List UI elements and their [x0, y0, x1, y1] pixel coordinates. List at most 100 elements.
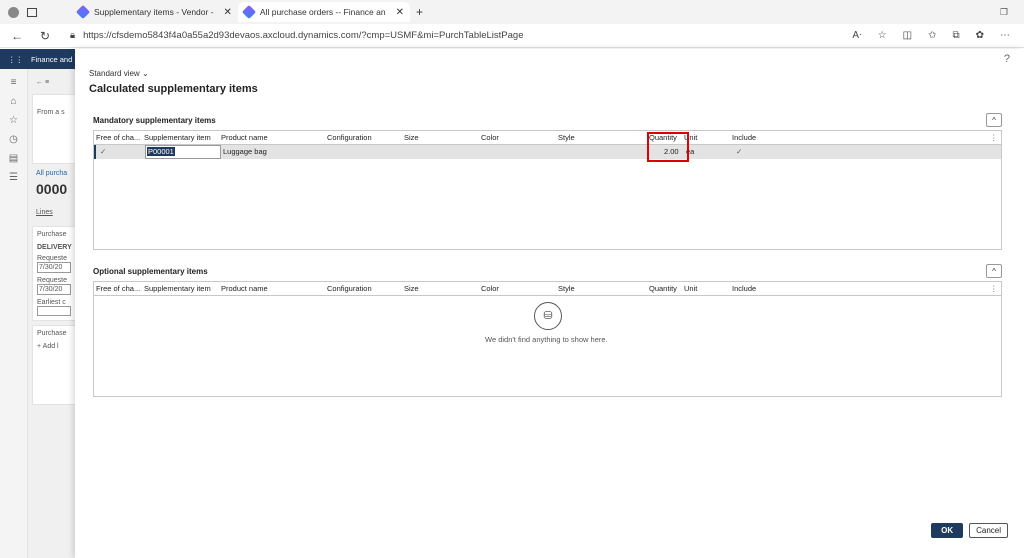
url-text[interactable]: https://cfsdemo5843f4a0a55a2d93devaos.ax… — [83, 30, 523, 41]
close-icon[interactable]: ✕ — [224, 7, 232, 18]
bg-text: Requeste — [37, 255, 67, 262]
new-tab-button[interactable]: + — [410, 2, 429, 22]
all-purchase-link[interactable]: All purcha — [28, 168, 80, 179]
bg-field[interactable] — [37, 306, 71, 316]
empty-message: We didn't find anything to show here. — [485, 335, 608, 344]
lines-tab[interactable]: Lines — [28, 207, 80, 218]
col-configuration[interactable]: Configuration — [327, 284, 372, 293]
home-icon[interactable]: ⌂ — [0, 96, 27, 107]
col-configuration[interactable]: Configuration — [327, 133, 372, 142]
col-size[interactable]: Size — [404, 133, 419, 142]
collections-icon[interactable]: ⧉ — [952, 30, 959, 41]
supplementary-item-input[interactable]: P00001 — [145, 145, 221, 159]
bg-text: Purchase — [37, 231, 67, 238]
col-quantity[interactable]: Quantity — [649, 133, 677, 142]
column-options-icon[interactable]: ⋮ — [990, 133, 998, 142]
menu-icon[interactable]: ≡ — [0, 77, 27, 88]
cancel-button[interactable]: Cancel — [969, 523, 1008, 538]
tab-title: Supplementary items - Vendor - — [94, 7, 214, 17]
favorites-icon[interactable]: ✩ — [928, 30, 936, 41]
background-page: ← ≡ From a s All purcha 0000 Lines Purch… — [28, 69, 80, 558]
tab-supplementary-items[interactable]: Supplementary items - Vendor - ✕ — [72, 2, 238, 22]
mandatory-grid: Free of cha... Supplementary item Produc… — [93, 130, 1002, 250]
include-check[interactable]: ✓ — [736, 147, 742, 156]
profile-icon[interactable] — [8, 6, 19, 18]
tab-title: All purchase orders -- Finance an — [259, 7, 386, 17]
favorite-star-icon[interactable]: ☆ — [878, 30, 887, 41]
extension-icon[interactable]: ✿ — [976, 30, 984, 41]
col-color[interactable]: Color — [481, 133, 499, 142]
bg-text: From a s — [37, 109, 65, 116]
grid-header: Free of cha... Supplementary item Produc… — [94, 282, 1001, 296]
help-icon[interactable]: ? — [1004, 53, 1010, 65]
app-header: ⋮⋮ Finance and — [0, 49, 80, 69]
col-product-name[interactable]: Product name — [221, 133, 268, 142]
tab-all-purchase-orders[interactable]: All purchase orders -- Finance an ✕ — [237, 2, 410, 22]
grid-header: Free of cha... Supplementary item Produc… — [94, 131, 1001, 145]
order-number: 0000 — [36, 181, 68, 197]
split-screen-icon[interactable]: ◫ — [903, 30, 912, 41]
col-color[interactable]: Color — [481, 284, 499, 293]
bg-add-line[interactable]: + Add l — [37, 343, 71, 350]
quantity-cell[interactable]: 2.00 — [664, 147, 679, 156]
col-product-name[interactable]: Product name — [221, 284, 268, 293]
unit-cell: ea — [686, 147, 695, 156]
mandatory-section: Mandatory supplementary items ^ Free of … — [93, 112, 1002, 250]
back-arrow-icon[interactable]: ← — [6, 29, 28, 43]
dynamics-icon — [75, 4, 91, 20]
empty-state-icon: ⛁ — [534, 302, 562, 330]
dialog-title: Calculated supplementary items — [89, 83, 258, 95]
clock-icon[interactable]: ◷ — [0, 134, 27, 145]
bg-text: Earliest c — [37, 299, 66, 306]
restore-window-icon[interactable]: ❐ — [1000, 7, 1024, 18]
col-size[interactable]: Size — [404, 284, 419, 293]
product-name-cell: Luggage bag — [223, 147, 267, 156]
optional-section: Optional supplementary items ^ Free of c… — [93, 263, 1002, 397]
col-quantity[interactable]: Quantity — [649, 284, 677, 293]
view-selector[interactable]: Standard view ⌄ — [89, 69, 149, 78]
back-icon[interactable]: ← ≡ — [28, 77, 80, 88]
col-unit[interactable]: Unit — [684, 133, 697, 142]
col-supplementary-item[interactable]: Supplementary item — [144, 133, 211, 142]
collapse-button[interactable]: ^ — [986, 264, 1002, 278]
bg-date-field[interactable]: 7/30/20 — [37, 284, 71, 295]
left-navigation: ≡ ⌂ ☆ ◷ ▤ ☰ — [0, 69, 28, 558]
chevron-down-icon: ⌄ — [141, 69, 149, 78]
plus-icon: + — [415, 5, 423, 19]
bg-text: DELIVERY — [37, 244, 72, 251]
workspaces-icon[interactable] — [27, 7, 37, 17]
refresh-icon[interactable]: ↻ — [34, 29, 56, 43]
workspace-icon[interactable]: ▤ — [0, 153, 27, 164]
collapse-button[interactable]: ^ — [986, 113, 1002, 127]
bg-text: Requeste — [37, 277, 67, 284]
bg-date-field[interactable]: 7/30/20 — [37, 262, 71, 273]
section-title: Mandatory supplementary items — [93, 115, 216, 125]
supplementary-item-value: P00001 — [147, 147, 175, 156]
col-style[interactable]: Style — [558, 133, 575, 142]
table-row[interactable]: ✓ P00001 Luggage bag 2.00 ea ✓ — [94, 132, 1001, 162]
section-title: Optional supplementary items — [93, 266, 208, 276]
column-options-icon[interactable]: ⋮ — [990, 284, 998, 293]
browser-tab-bar: Supplementary items - Vendor - ✕ All pur… — [0, 0, 1024, 24]
col-include[interactable]: Include — [732, 133, 756, 142]
close-icon[interactable]: ✕ — [396, 7, 404, 18]
col-supplementary-item[interactable]: Supplementary item — [144, 284, 211, 293]
more-icon[interactable]: ⋯ — [1000, 30, 1010, 41]
view-selector-label: Standard view — [89, 69, 140, 78]
col-style[interactable]: Style — [558, 284, 575, 293]
free-of-charge-check[interactable]: ✓ — [100, 147, 106, 156]
ok-button[interactable]: OK — [931, 523, 964, 538]
col-unit[interactable]: Unit — [684, 284, 697, 293]
col-include[interactable]: Include — [732, 284, 756, 293]
supplementary-items-dialog: ? Standard view ⌄ Calculated supplementa… — [75, 49, 1024, 558]
col-free-of-charge[interactable]: Free of cha... — [96, 284, 140, 293]
star-icon[interactable]: ☆ — [0, 115, 27, 126]
col-free-of-charge[interactable]: Free of cha... — [96, 133, 140, 142]
read-aloud-icon[interactable]: Aᐧ — [852, 30, 861, 41]
lock-icon[interactable]: 🔒︎ — [70, 30, 75, 41]
address-bar: ← ↻ 🔒︎ https://cfsdemo5843f4a0a55a2d93de… — [0, 24, 1024, 48]
optional-grid: Free of cha... Supplementary item Produc… — [93, 281, 1002, 397]
list-icon[interactable]: ☰ — [0, 172, 27, 183]
app-launcher-icon[interactable]: ⋮⋮ — [8, 55, 23, 64]
app-name: Finance and — [31, 54, 73, 64]
